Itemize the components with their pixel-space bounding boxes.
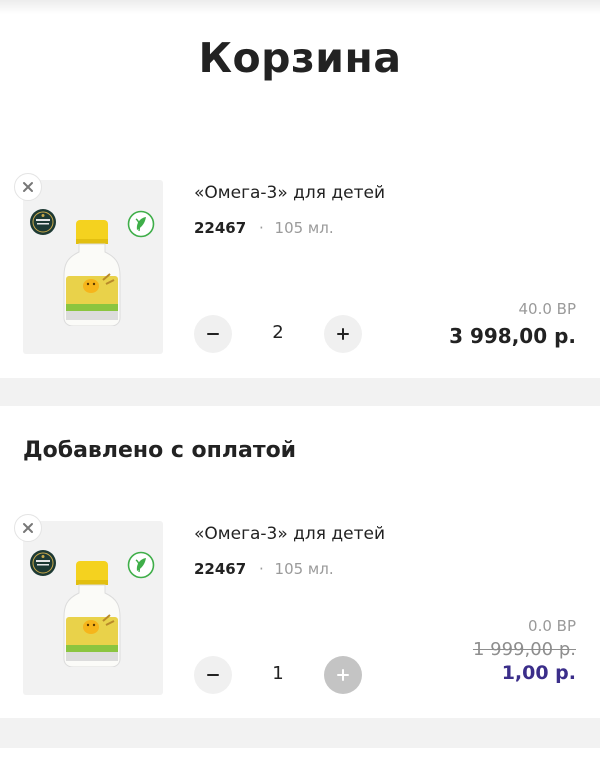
discounted-price: 1,00 р. xyxy=(501,662,576,684)
product-name[interactable]: «Омега-3» для детей xyxy=(194,524,385,544)
product-code: 22467 xyxy=(194,219,247,237)
item-total-price: 3 998,00 р. xyxy=(449,324,576,348)
quantity-value: 2 xyxy=(272,322,284,343)
price-block: 0.0 BP 1 999,00 р. 1,00 р. xyxy=(473,617,576,684)
bonus-points: 0.0 BP xyxy=(528,617,576,635)
bonus-points: 40.0 BP xyxy=(518,300,576,318)
cart-item: «Омега-3» для детей 22467 · 105 мл. 2 40… xyxy=(0,172,600,354)
page-title: Корзина xyxy=(198,34,402,82)
plus-icon xyxy=(337,328,349,340)
product-meta: 22467 · 105 мл. xyxy=(194,219,334,237)
increase-quantity-button[interactable] xyxy=(324,315,362,353)
decrease-quantity-button[interactable] xyxy=(194,315,232,353)
old-price: 1 999,00 р. xyxy=(472,639,576,660)
product-image[interactable] xyxy=(23,521,163,695)
price-block: 40.0 BP 3 998,00 р. xyxy=(449,300,576,348)
remove-item-button[interactable] xyxy=(14,173,42,201)
product-meta: 22467 · 105 мл. xyxy=(194,560,334,578)
product-name[interactable]: «Омега-3» для детей xyxy=(194,183,385,203)
product-volume: 105 мл. xyxy=(274,219,334,237)
minus-icon xyxy=(207,674,219,676)
green-leaf-badge-icon xyxy=(127,210,155,238)
section-divider xyxy=(0,718,600,748)
cart-item: «Омега-3» для детей 22467 · 105 мл. 1 0.… xyxy=(0,513,600,695)
product-code: 22467 xyxy=(194,560,247,578)
green-leaf-badge-icon xyxy=(127,551,155,579)
award-badge-icon xyxy=(30,209,56,235)
increase-quantity-button-disabled[interactable] xyxy=(324,656,362,694)
quantity-value: 1 xyxy=(272,663,284,684)
decrease-quantity-button[interactable] xyxy=(194,656,232,694)
remove-item-button[interactable] xyxy=(14,514,42,542)
close-icon xyxy=(23,523,33,533)
product-volume: 105 мл. xyxy=(274,560,334,578)
product-bottle-image xyxy=(63,561,121,667)
plus-icon xyxy=(337,669,349,681)
top-shadow xyxy=(0,0,600,14)
minus-icon xyxy=(207,333,219,335)
award-badge-icon xyxy=(30,550,56,576)
meta-separator: · xyxy=(258,219,264,237)
meta-separator: · xyxy=(258,560,264,578)
product-image[interactable] xyxy=(23,180,163,354)
close-icon xyxy=(23,182,33,192)
product-bottle-image xyxy=(63,220,121,326)
paid-section-title: Добавлено с оплатой xyxy=(23,438,297,463)
section-divider xyxy=(0,378,600,406)
